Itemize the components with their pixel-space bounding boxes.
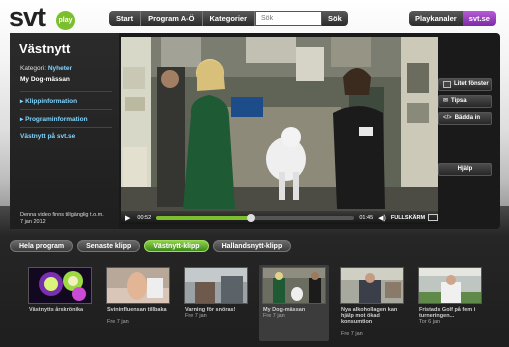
nav-program-button[interactable]: Program A-Ö	[141, 11, 203, 26]
progress-fill	[156, 215, 252, 220]
video-frame[interactable]	[121, 37, 438, 211]
nav-kategorier-button[interactable]: Kategorier	[202, 11, 256, 26]
video-still	[121, 37, 438, 211]
clip-title: Fristads Golf på fem i turneringen...	[419, 307, 476, 319]
clip-item[interactable]: Västnytts årskrönika	[25, 265, 95, 341]
clip-list: Västnytts årskrönika Svininfluensan till…	[25, 265, 485, 341]
svtse-button[interactable]: svt.se	[462, 11, 496, 26]
tipsa-button[interactable]: ✉ Tipsa	[438, 95, 492, 108]
clip-title: Svininfluensan tillbaka	[107, 307, 167, 313]
category-link[interactable]: Nyheter	[48, 65, 72, 72]
clip-thumbnail	[262, 267, 326, 304]
program-info-label: Programinformation	[25, 116, 88, 123]
clip-date: Fre 7 jan	[185, 313, 207, 319]
embed-button[interactable]: </> Bädda in	[438, 112, 492, 125]
program-info-link[interactable]: ▸ Programinformation	[20, 115, 112, 123]
tipsa-label: Tipsa	[451, 98, 467, 104]
clip-info-label: Klippinformation	[25, 98, 78, 105]
progress-handle[interactable]	[247, 213, 256, 222]
fireworks-thumb	[29, 268, 91, 303]
category-label: Kategori:	[20, 65, 47, 72]
window-icon	[443, 81, 451, 88]
clip-thumbnail	[340, 267, 404, 304]
roof-thumb	[185, 268, 247, 303]
clip-tabs: Hela program Senaste klipp Västnytt-klip…	[10, 240, 292, 252]
site-link[interactable]: Västnytt på svt.se	[20, 133, 112, 140]
embed-label: Bädda in	[454, 115, 481, 121]
time-current: 00:52	[137, 214, 152, 221]
player-panel: Västnytt Kategori: Nyheter My Dog-mässan…	[10, 33, 500, 229]
clip-date: Tor 6 jan	[419, 319, 441, 325]
nav-start-button[interactable]: Start	[109, 11, 142, 26]
episode-title: My Dog-mässan	[20, 76, 70, 83]
program-title: Västnytt	[19, 41, 71, 56]
clip-info-link[interactable]: ▸ Klippinformation	[20, 97, 112, 105]
svt-play-logo[interactable]: svt play	[9, 2, 75, 32]
category: Kategori: Nyheter	[20, 65, 72, 72]
play-badge: play	[56, 11, 75, 30]
availability-line-2: 7 jan 2012	[20, 219, 46, 225]
availability-line-1: Denna video finns tillgänglig t.o.m.	[20, 212, 104, 218]
embed-icon: </>	[443, 115, 452, 121]
clip-date: Fre 7 jan	[107, 319, 129, 325]
clip-thumbnail	[106, 267, 170, 304]
player-controls: ▶ 00:52 01:45 ◀) FULLSKÄRM	[121, 211, 438, 224]
availability-text: Denna video finns tillgänglig t.o.m. 7 ja…	[20, 212, 104, 226]
clip-thumbnail	[418, 267, 482, 304]
clip-date: Fre 7 jan	[263, 313, 285, 319]
tab-senaste-klipp[interactable]: Senaste klipp	[77, 240, 141, 252]
tab-hela-program[interactable]: Hela program	[10, 240, 74, 252]
golf-thumb	[419, 268, 481, 303]
fullscreen-icon[interactable]	[428, 214, 438, 221]
help-button[interactable]: Hjälp	[438, 163, 492, 176]
clip-item[interactable]: Svininfluensan tillbaka Fre 7 jan	[103, 265, 173, 341]
small-window-label: Litet fönster	[454, 81, 489, 87]
clip-thumbnail	[184, 267, 248, 304]
clip-title: Nya alkohollagen kan hjälp mot ökad kons…	[341, 307, 398, 325]
logo-text: svt	[9, 2, 46, 32]
play-icon[interactable]: ▶	[125, 214, 130, 222]
divider	[20, 109, 112, 110]
clip-item[interactable]: Nya alkohollagen kan hjälp mot ökad kons…	[337, 265, 407, 341]
vaccine-thumb	[107, 268, 169, 303]
progress-bar[interactable]	[156, 213, 355, 222]
tab-hallandsnytt-klipp[interactable]: Hallandsnytt-klipp	[212, 240, 292, 252]
mail-icon: ✉	[443, 98, 449, 104]
tab-vastnytt-klipp[interactable]: Västnytt-klipp	[144, 240, 209, 252]
fullscreen-label[interactable]: FULLSKÄRM	[391, 215, 425, 221]
main-nav: Start Program A-Ö Kategorier Sök	[109, 11, 348, 26]
clip-title: Västnytts årskrönika	[29, 307, 84, 313]
search-button[interactable]: Sök	[322, 11, 348, 26]
divider	[20, 91, 112, 92]
clip-item-active[interactable]: My Dog-mässan Fre 7 jan	[259, 265, 329, 341]
time-total: 01:45	[359, 214, 374, 221]
clip-date: Fre 7 jan	[341, 331, 363, 337]
channel-nav: Playkanaler svt.se	[409, 11, 496, 26]
divider	[20, 127, 112, 128]
volume-icon[interactable]: ◀)	[378, 214, 386, 222]
small-window-button[interactable]: Litet fönster	[438, 78, 492, 91]
playkanaler-button[interactable]: Playkanaler	[409, 11, 463, 26]
clip-item[interactable]: Fristads Golf på fem i turneringen... To…	[415, 265, 485, 341]
alcohol-law-thumb	[341, 268, 403, 303]
clip-item[interactable]: Varning för snöras! Fre 7 jan	[181, 265, 251, 341]
program-info: Västnytt Kategori: Nyheter My Dog-mässan…	[10, 33, 119, 229]
dog-fair-thumb	[263, 268, 325, 303]
clip-thumbnail	[28, 267, 92, 304]
search-input[interactable]	[255, 11, 323, 26]
